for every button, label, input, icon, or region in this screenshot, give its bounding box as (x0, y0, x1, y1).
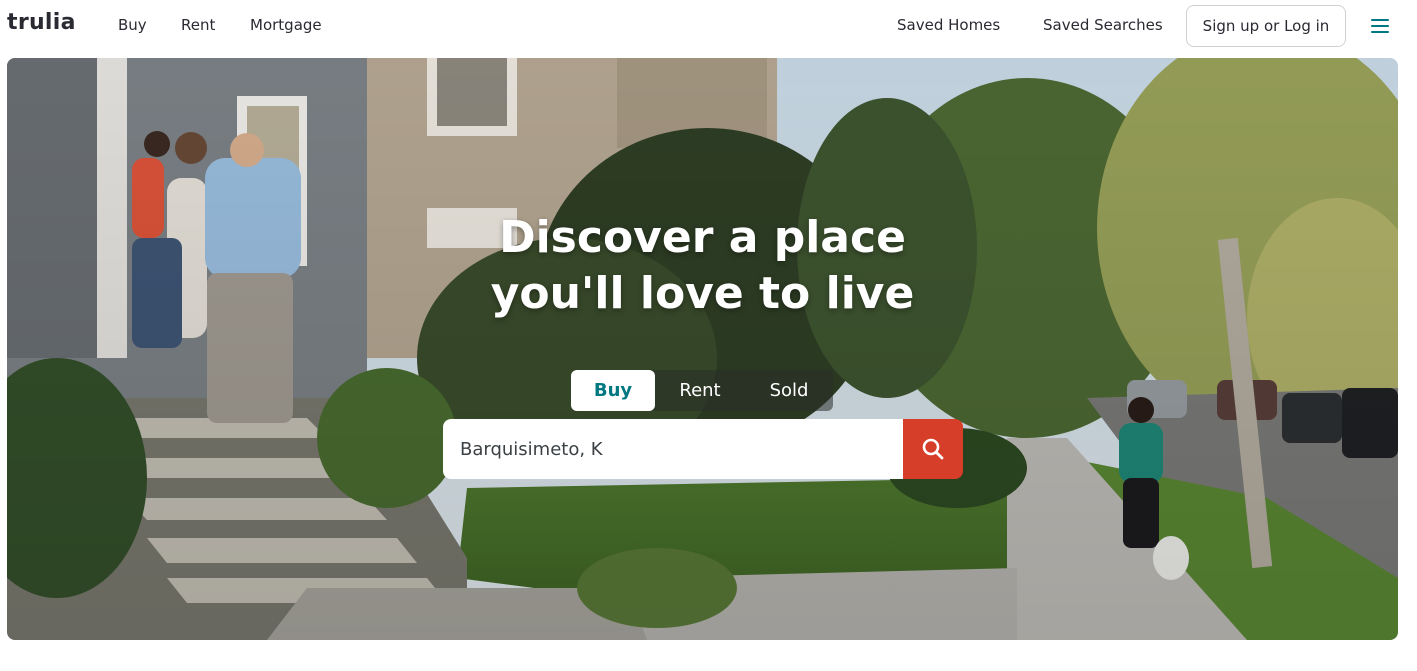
hamburger-menu-icon[interactable] (1371, 19, 1389, 35)
nav-link-rent[interactable]: Rent (181, 16, 215, 34)
sign-up-or-log-in-button[interactable]: Sign up or Log in (1186, 5, 1346, 47)
nav-link-saved-homes[interactable]: Saved Homes (897, 16, 1000, 34)
hero-banner: Discover a place you'll love to live Buy… (7, 58, 1398, 640)
tab-sold[interactable]: Sold (745, 370, 833, 411)
search-input[interactable] (443, 419, 903, 479)
tab-buy[interactable]: Buy (571, 370, 655, 411)
search-icon (922, 438, 944, 460)
search-type-tabs: Buy Rent Sold (571, 370, 833, 411)
nav-link-mortgage[interactable]: Mortgage (250, 16, 322, 34)
hero-background-image (7, 58, 1398, 640)
hero-headline: Discover a place you'll love to live (7, 210, 1398, 322)
search-bar (443, 419, 963, 479)
search-button[interactable] (903, 419, 963, 479)
tab-rent[interactable]: Rent (655, 370, 745, 411)
nav-link-saved-searches[interactable]: Saved Searches (1043, 16, 1163, 34)
nav-link-buy[interactable]: Buy (118, 16, 147, 34)
hero-headline-line-2: you'll love to live (490, 268, 915, 319)
top-navigation-bar: trulia Buy Rent Mortgage Saved Homes Sav… (0, 0, 1417, 52)
hero-headline-line-1: Discover a place (499, 212, 906, 263)
trulia-logo[interactable]: trulia (7, 10, 76, 35)
